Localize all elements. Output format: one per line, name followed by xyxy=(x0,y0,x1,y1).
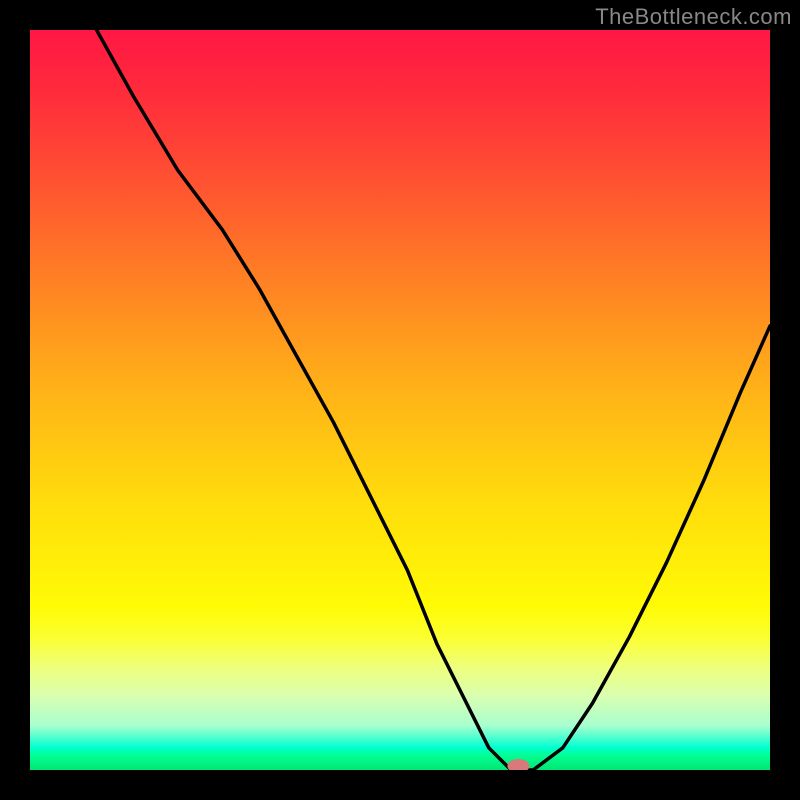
plot-area xyxy=(30,30,770,770)
watermark-text: TheBottleneck.com xyxy=(595,4,792,30)
optimum-marker xyxy=(507,759,529,770)
bottleneck-curve xyxy=(97,30,770,770)
chart-container: TheBottleneck.com xyxy=(0,0,800,800)
curve-svg xyxy=(30,30,770,770)
